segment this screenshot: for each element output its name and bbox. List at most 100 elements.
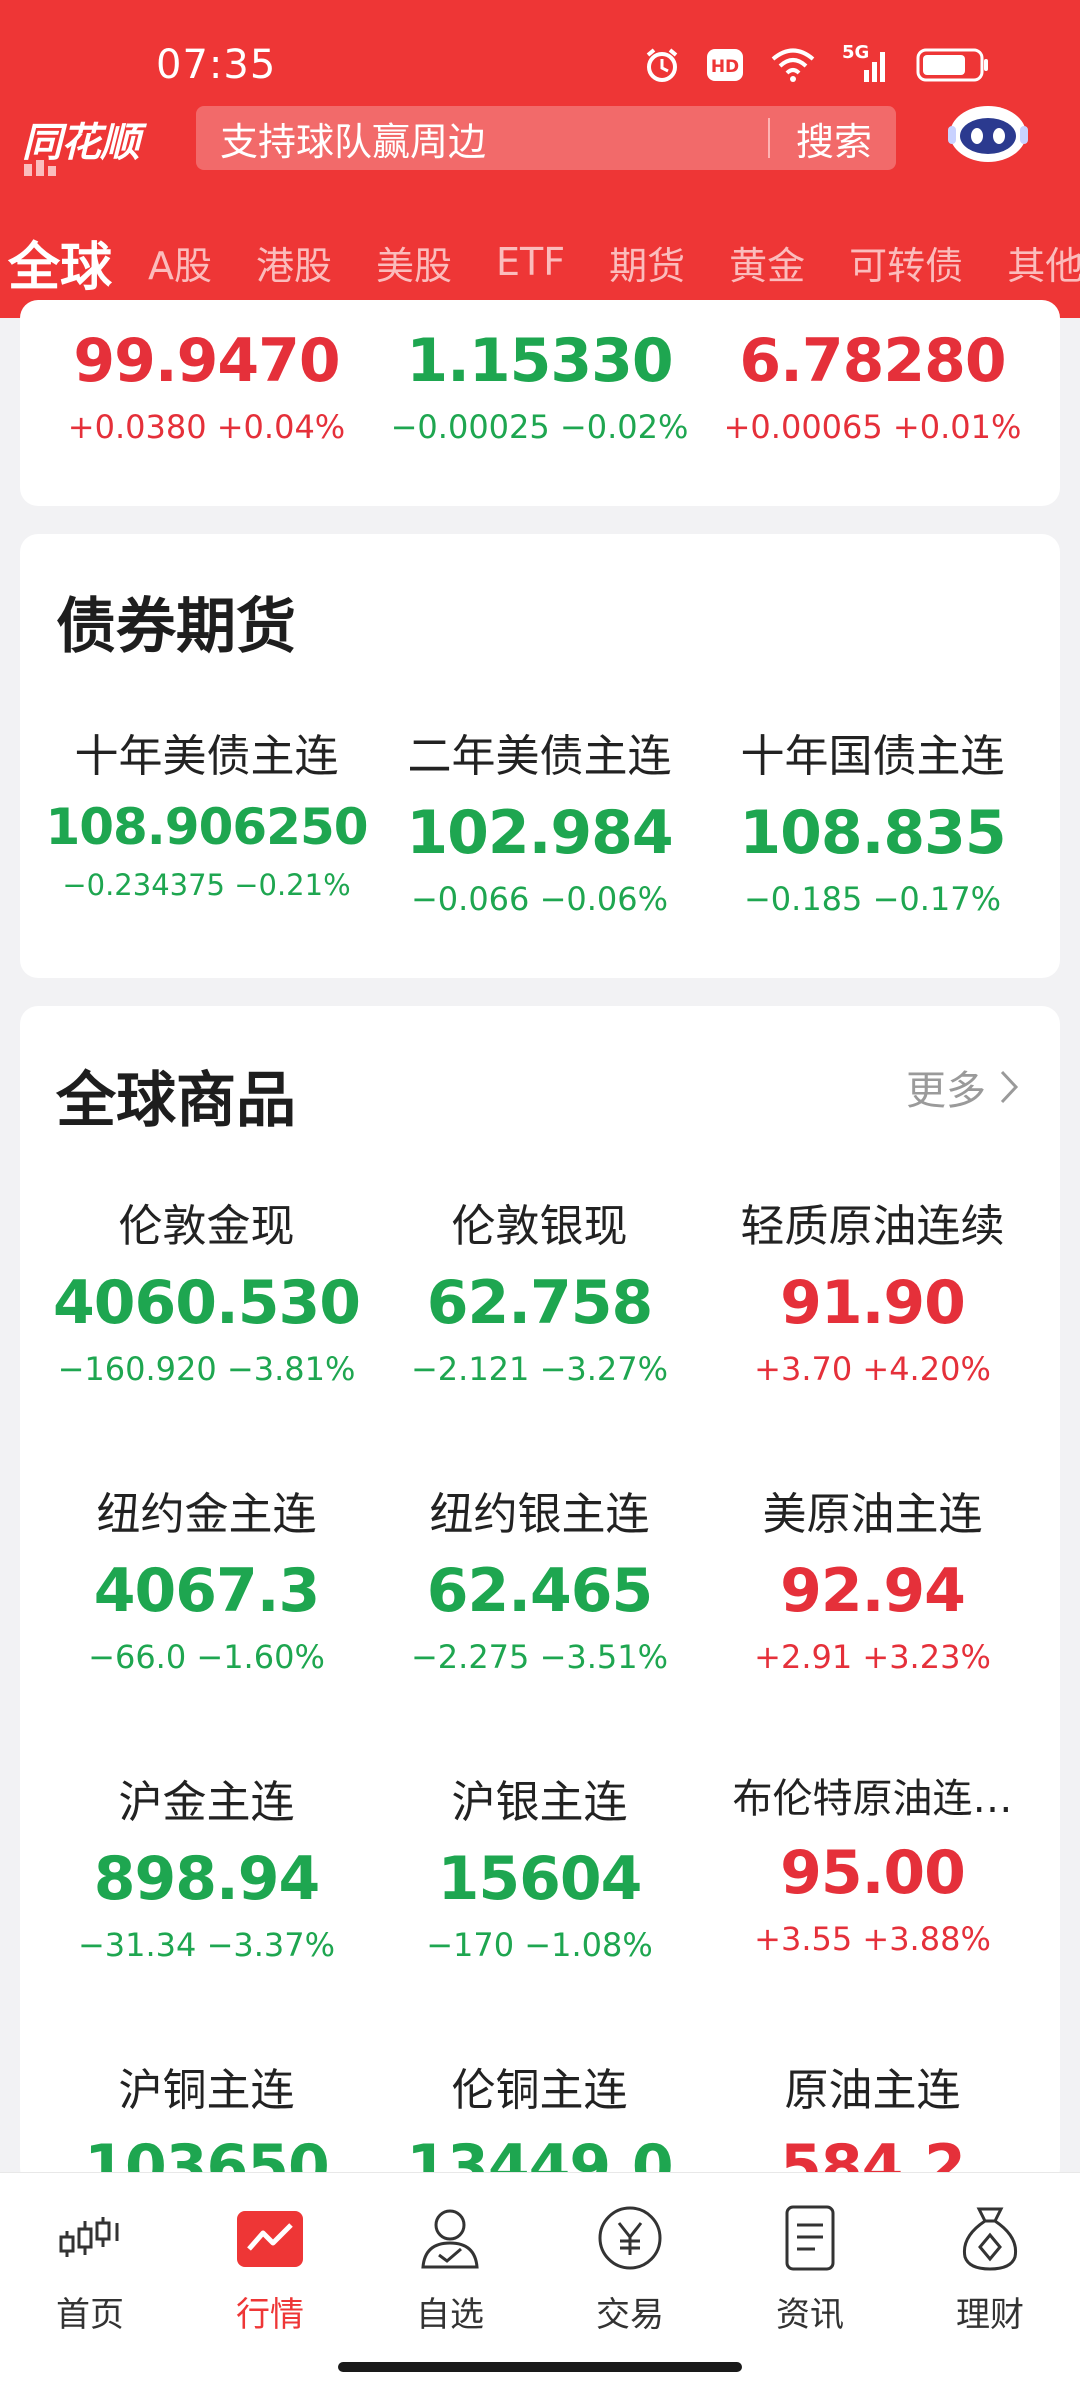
quote-cell[interactable]: 布伦特原油连… 95.00 +3.55 +3.88% bbox=[706, 1766, 1039, 2054]
quote-price: 15604 bbox=[437, 1844, 643, 1914]
search-bar[interactable]: 支持球队赢周边 搜索 bbox=[196, 106, 896, 170]
nav-label: 理财 bbox=[956, 2295, 1024, 2335]
quote-price: 92.94 bbox=[780, 1556, 966, 1626]
quote-cell[interactable]: 沪铜主连 103650 bbox=[40, 2054, 373, 2186]
quote-price: 62.758 bbox=[426, 1268, 654, 1338]
quote-name: 十年国债主连 bbox=[740, 731, 1005, 782]
status-bar: 07:35 HD 5G bbox=[0, 0, 1080, 100]
nav-news[interactable]: 资讯 bbox=[720, 2173, 900, 2336]
tab-us-stocks[interactable]: 美股 bbox=[376, 235, 452, 290]
quote-cell[interactable]: 伦敦银现 62.758 −2.121 −3.27% bbox=[373, 1190, 706, 1478]
nav-wealth[interactable]: 理财 bbox=[900, 2173, 1080, 2336]
more-label: 更多 bbox=[906, 1068, 986, 1114]
chevron-right-icon bbox=[1000, 1070, 1019, 1104]
quote-cell[interactable]: 沪银主连 15604 −170 −1.08% bbox=[373, 1766, 706, 2054]
alarm-icon bbox=[646, 48, 678, 82]
quote-change: +3.55 +3.88% bbox=[754, 1920, 991, 1958]
quote-price: 102.984 bbox=[406, 798, 673, 868]
tab-global[interactable]: 全球 bbox=[8, 225, 112, 300]
quote-cell[interactable]: 伦铜主连 13449.0 bbox=[373, 2054, 706, 2186]
nav-market[interactable]: 行情 bbox=[180, 2173, 360, 2336]
tab-hk-stocks[interactable]: 港股 bbox=[256, 235, 332, 290]
quote-cell[interactable]: 伦敦金现 4060.530 −160.920 −3.81% bbox=[40, 1190, 373, 1478]
candlestick-icon bbox=[59, 2217, 119, 2257]
yen-circle-icon bbox=[598, 2206, 662, 2270]
quote-name: 十年美债主连 bbox=[74, 731, 339, 782]
quote-change: +3.70 +4.20% bbox=[754, 1350, 991, 1388]
quote-price: 108.835 bbox=[739, 798, 1006, 868]
quote-name: 纽约金主连 bbox=[96, 1489, 317, 1540]
tab-etf[interactable]: ETF bbox=[496, 240, 565, 284]
svg-text:HD: HD bbox=[711, 57, 739, 77]
quote-cell[interactable]: 轻质原油连续 91.90 +3.70 +4.20% bbox=[706, 1190, 1039, 1478]
tab-convertible-bonds[interactable]: 可转债 bbox=[849, 235, 963, 290]
quote-change: +0.0380 +0.04% bbox=[67, 408, 346, 446]
quote-cell[interactable]: 纽约金主连 4067.3 −66.0 −1.60% bbox=[40, 1478, 373, 1766]
quote-change: −0.066 −0.06% bbox=[410, 880, 669, 918]
home-indicator[interactable] bbox=[338, 2362, 742, 2372]
quote-name: 沪银主连 bbox=[451, 1777, 628, 1828]
quote-price: 4060.530 bbox=[52, 1268, 361, 1338]
tab-futures[interactable]: 期货 bbox=[609, 235, 685, 290]
robot-assistant-icon[interactable] bbox=[946, 100, 1030, 166]
wifi-icon bbox=[771, 48, 815, 82]
more-link[interactable]: 更多 bbox=[906, 1058, 1020, 1116]
quote-price: 898.94 bbox=[93, 1844, 321, 1914]
quote-cell[interactable]: 原油主连 584.2 bbox=[706, 2054, 1039, 2186]
quote-price: 108.906250 bbox=[45, 798, 368, 856]
quote-cell[interactable]: 二年美债主连 102.984 −0.066 −0.06% bbox=[373, 720, 706, 1008]
quote-price: 95.00 bbox=[780, 1838, 966, 1908]
quote-name: 伦敦金现 bbox=[118, 1201, 295, 1252]
quote-cell[interactable]: 1.15330 −0.00025 −0.02% bbox=[373, 326, 706, 486]
nav-label: 首页 bbox=[56, 2295, 124, 2335]
tab-others[interactable]: 其他 bbox=[1007, 235, 1080, 290]
money-bag-icon bbox=[962, 2207, 1018, 2271]
tab-gold[interactable]: 黄金 bbox=[729, 235, 805, 290]
nav-watchlist[interactable]: 自选 bbox=[360, 2173, 540, 2336]
market-tabs: 全球 A股 港股 美股 ETF 期货 黄金 可转债 其他 bbox=[0, 222, 1080, 302]
search-input[interactable]: 支持球队赢周边 bbox=[220, 111, 768, 166]
quote-name: 沪金主连 bbox=[118, 1777, 295, 1828]
quote-cell[interactable]: 十年国债主连 108.835 −0.185 −0.17% bbox=[706, 720, 1039, 1008]
logo-candle-icon bbox=[24, 160, 56, 176]
quote-name: 轻质原油连续 bbox=[740, 1201, 1005, 1252]
quote-cell[interactable]: 十年美债主连 108.906250 −0.234375 −0.21% bbox=[40, 720, 373, 1008]
quote-cell[interactable]: 沪金主连 898.94 −31.34 −3.37% bbox=[40, 1766, 373, 2054]
quote-cell[interactable]: 6.78280 +0.00065 +0.01% bbox=[706, 326, 1039, 486]
quote-price: 62.465 bbox=[426, 1556, 654, 1626]
quote-change: −66.0 −1.60% bbox=[88, 1638, 325, 1676]
quote-name: 二年美债主连 bbox=[407, 731, 672, 782]
nav-label: 行情 bbox=[236, 2295, 304, 2335]
nav-trade[interactable]: 交易 bbox=[540, 2173, 720, 2336]
section-title: 债券期货 bbox=[56, 592, 296, 662]
tab-a-shares[interactable]: A股 bbox=[148, 235, 212, 290]
quote-price: 1.15330 bbox=[406, 326, 673, 396]
quote-price: 4067.3 bbox=[93, 1556, 321, 1626]
nav-home[interactable]: 首页 bbox=[0, 2173, 180, 2336]
quote-change: −2.275 −3.51% bbox=[410, 1638, 669, 1676]
section-title: 全球商品 bbox=[56, 1066, 296, 1136]
nav-label: 交易 bbox=[596, 2295, 664, 2335]
quote-change: −0.00025 −0.02% bbox=[390, 408, 689, 446]
quote-cell[interactable]: 美原油主连 92.94 +2.91 +3.23% bbox=[706, 1478, 1039, 1766]
nav-label: 自选 bbox=[416, 2295, 484, 2335]
quote-change: −31.34 −3.37% bbox=[77, 1926, 336, 1964]
nav-label: 资讯 bbox=[776, 2295, 844, 2335]
quote-price: 91.90 bbox=[780, 1268, 966, 1338]
forex-card-partial: 99.9470 +0.0380 +0.04% 1.15330 −0.00025 … bbox=[20, 300, 1060, 506]
bond-futures-card: 债券期货 十年美债主连 108.906250 −0.234375 −0.21% … bbox=[20, 534, 1060, 978]
search-button[interactable]: 搜索 bbox=[770, 111, 896, 166]
market-chart-icon bbox=[237, 2211, 303, 2267]
global-commodities-card: 全球商品 更多 伦敦金现 4060.530 −160.920 −3.81% 伦敦银现… bbox=[20, 1006, 1060, 2186]
quote-name: 伦敦银现 bbox=[451, 1201, 628, 1252]
quote-name: 伦铜主连 bbox=[451, 2065, 628, 2116]
quote-price: 99.9470 bbox=[73, 326, 340, 396]
quote-cell[interactable]: 99.9470 +0.0380 +0.04% bbox=[40, 326, 373, 486]
quote-change: −2.121 −3.27% bbox=[410, 1350, 669, 1388]
quote-name: 沪铜主连 bbox=[118, 2065, 295, 2116]
document-icon bbox=[785, 2205, 835, 2271]
quote-name: 布伦特原油连… bbox=[732, 1776, 1013, 1822]
quote-price: 6.78280 bbox=[739, 326, 1006, 396]
user-check-icon bbox=[421, 2209, 479, 2269]
quote-cell[interactable]: 纽约银主连 62.465 −2.275 −3.51% bbox=[373, 1478, 706, 1766]
